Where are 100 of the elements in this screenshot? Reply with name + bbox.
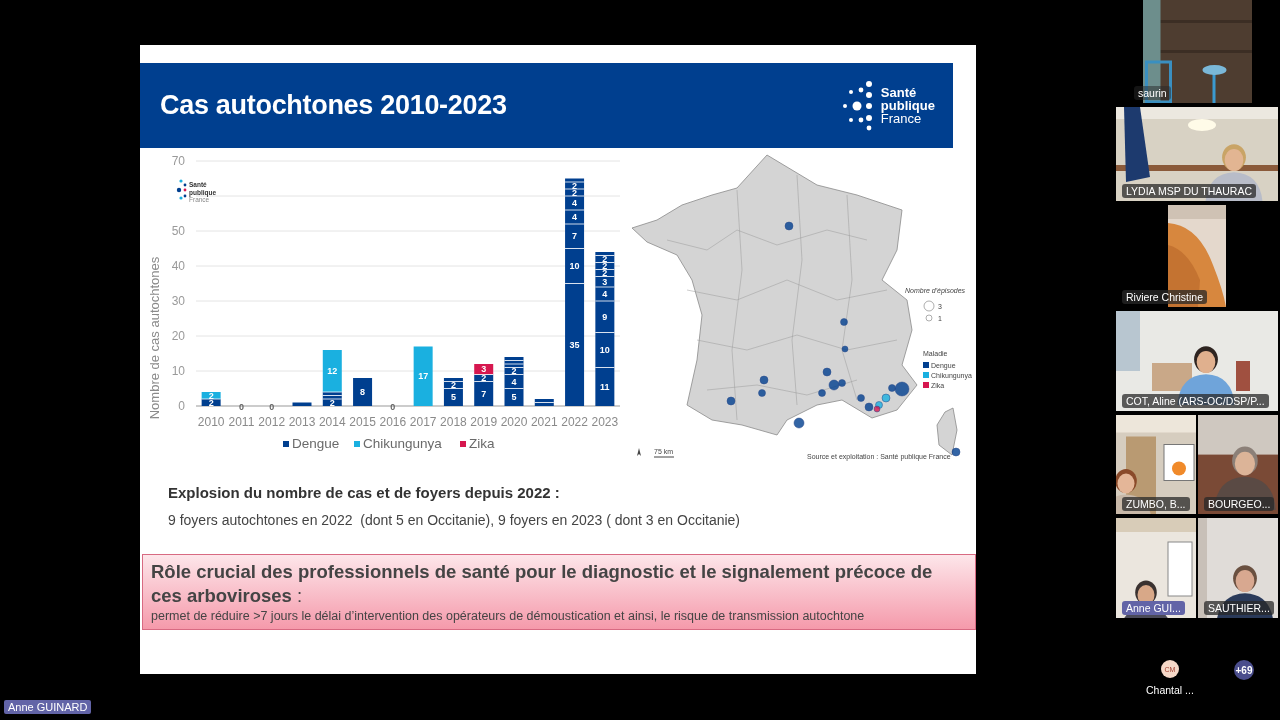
participant-name: Riviere Christine [1122, 290, 1208, 304]
bar [292, 402, 312, 406]
x-tick-label: 2011 [228, 415, 255, 429]
x-tick-label: 2013 [288, 415, 316, 429]
bar-value-label: 12 [327, 366, 338, 377]
x-tick-label: 2018 [440, 415, 467, 429]
participant-name: COT, Aline (ARS-OC/DSP/P... [1122, 394, 1269, 408]
bar-value-label: 0 [390, 402, 396, 412]
bar-value-label: 3 [481, 364, 487, 375]
size-legend-icon [923, 300, 935, 312]
legend-label: Zika [469, 436, 495, 451]
y-tick-label: 10 [171, 364, 185, 378]
bar-value-label: 8 [360, 387, 366, 398]
bar-value-label: 10 [569, 261, 580, 272]
bar-value-label: 4 [602, 289, 608, 300]
bar-value-label: 7 [572, 231, 578, 242]
bar-value-label: 2 [450, 380, 456, 391]
segment-divider [473, 381, 494, 382]
y-tick-label: 40 [171, 259, 185, 273]
bar-value-label: 0 [269, 402, 275, 412]
video-tile[interactable]: COT, Aline (ARS-OC/DSP/P... [1116, 311, 1278, 411]
segment-divider [564, 223, 585, 225]
segment-divider [594, 269, 615, 270]
bar-value-label: 35 [569, 339, 580, 350]
bar-value-label: 4 [572, 212, 578, 223]
participant-name: ZUMBO, B... [1122, 497, 1190, 511]
segment-divider [594, 262, 615, 263]
x-tick-label: 2014 [318, 415, 346, 429]
participant-name: Chantal ... [1146, 684, 1194, 696]
segment-divider [564, 209, 585, 211]
map-marker [759, 375, 769, 385]
slide-title: Cas autochtones 2010-2023 [160, 90, 507, 121]
map-marker [818, 389, 826, 397]
callout-title: Rôle crucial des professionnels de santé pour le diagnostic et le signalement précoce de ces arboviroses : [151, 560, 934, 608]
map-marker [758, 389, 766, 397]
bar-value-label: 7 [481, 388, 487, 399]
segment-divider [594, 367, 615, 368]
participant-name: SAUTHIER... [1204, 601, 1274, 615]
bar [595, 332, 615, 368]
x-tick-label: 2010 [197, 415, 225, 429]
bar-value-label: 9 [602, 311, 608, 322]
bar-value-label: 2 [511, 366, 517, 377]
map-marker [841, 345, 849, 353]
segment-divider [564, 248, 585, 249]
segment-divider [443, 381, 464, 382]
segment-divider [594, 300, 615, 302]
bar [595, 276, 615, 287]
segment-divider [564, 195, 585, 197]
bar-value-label: 4 [572, 198, 578, 209]
bar-value-label: 11 [600, 381, 610, 392]
bar [474, 364, 494, 375]
slide-text: 9 foyers autochtones en 2022 (dont 5 en Occitanie), 9 foyers en 2023 ( dont 3 en Occitanie) [168, 512, 742, 528]
size-legend-icon [925, 314, 933, 322]
x-tick-label: 2022 [561, 415, 588, 429]
y-tick-label: 0 [178, 399, 185, 413]
bar [413, 346, 433, 406]
segment-divider [504, 363, 524, 365]
slide-heading: Explosion du nombre de cas et de foyers depuis 2022 : [168, 484, 561, 501]
x-tick-label: 2016 [379, 415, 407, 429]
bar-value-label: 17 [418, 371, 429, 382]
x-tick-label: 2023 [591, 415, 619, 429]
more-participants-button[interactable]: +69 [1234, 660, 1254, 680]
north-arrow-icon [637, 448, 641, 456]
video-tile[interactable]: Anne GUI... [1116, 518, 1196, 618]
bar [595, 367, 615, 406]
y-tick-label: 70 [171, 154, 185, 168]
bar-value-label: 0 [238, 402, 244, 412]
x-tick-label: 2015 [349, 415, 376, 429]
x-tick-label: 2021 [530, 415, 558, 429]
x-tick-label: 2020 [500, 415, 528, 429]
segment-divider [504, 360, 524, 361]
participant-name: saurin [1134, 86, 1171, 100]
logo-icon [176, 179, 187, 200]
y-tick-label: 20 [171, 329, 185, 343]
segment-divider [322, 398, 343, 400]
video-tile[interactable]: LYDIA MSP DU THAURAC [1116, 107, 1278, 201]
bar-value-label: 10 [599, 345, 610, 356]
map-marker [822, 367, 832, 377]
map-marker [864, 402, 874, 412]
segment-divider [534, 402, 555, 403]
x-tick-label: 2012 [258, 415, 286, 429]
video-tile[interactable]: BOURGEO... [1198, 415, 1278, 514]
bar-value-label: 2 [329, 397, 335, 408]
callout-text: permet de réduire >7 jours le délai d’intervention des opérateurs de démoustication et ainsi, le risque de transmission autochtone [151, 609, 866, 623]
bar-value-label: 4 [511, 376, 517, 387]
video-tile[interactable]: ZUMBO, B... [1116, 415, 1196, 514]
x-tick-label: 2019 [470, 415, 498, 429]
participant-name: Anne GUI... [1122, 601, 1185, 615]
legend-label: Chikungunya [363, 436, 442, 451]
segment-divider [504, 374, 524, 375]
map-marker [784, 221, 794, 231]
y-tick-label: 30 [171, 294, 185, 308]
segment-divider [443, 388, 464, 389]
map-marker [726, 396, 736, 406]
segment-divider [322, 391, 343, 393]
map-marker [881, 393, 891, 403]
participant-name: BOURGEO... [1204, 497, 1275, 511]
map-marker [951, 447, 961, 457]
logo-text: publique [880, 99, 935, 112]
video-tile[interactable]: SAUTHIER... [1198, 518, 1278, 618]
